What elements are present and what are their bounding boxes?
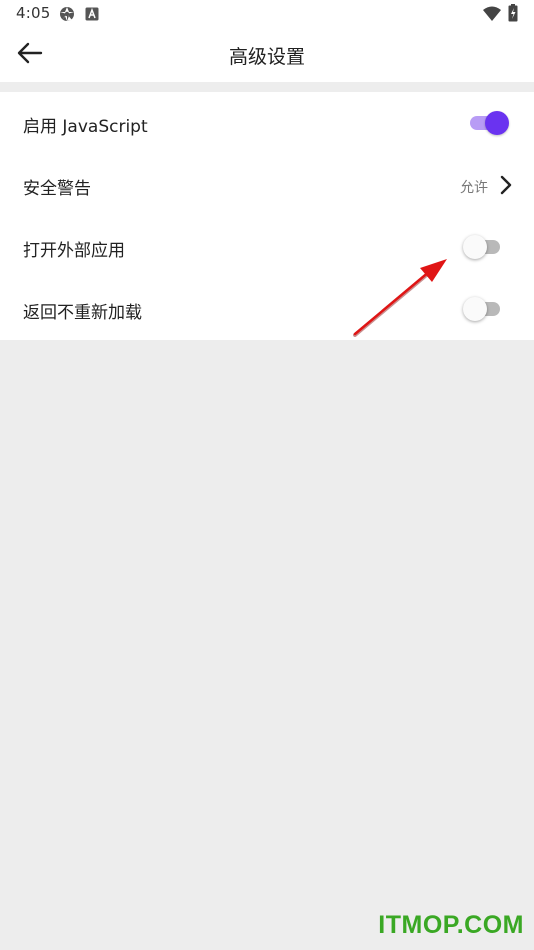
no-reload-on-back-toggle[interactable]: [463, 297, 500, 321]
toggle-knob: [463, 235, 487, 259]
a-box-icon: [85, 6, 99, 25]
app-bar: 高级设置: [0, 28, 534, 82]
settings-gear-icon: [58, 5, 76, 27]
enable-javascript-toggle[interactable]: [470, 111, 509, 135]
setting-value: 允许: [460, 180, 488, 196]
page-title: 高级设置: [228, 46, 305, 68]
settings-list: 启用 JavaScript 安全警告 允许 打开外部应用 返回不重新加载: [0, 92, 534, 340]
watermark: ITMOP.COM: [378, 911, 524, 939]
setting-security-warning[interactable]: 安全警告 允许: [0, 154, 534, 216]
setting-label: 启用 JavaScript: [23, 117, 148, 137]
setting-label: 返回不重新加载: [23, 303, 142, 323]
setting-enable-javascript[interactable]: 启用 JavaScript: [0, 92, 534, 154]
wifi-icon: [483, 6, 501, 25]
setting-label: 打开外部应用: [23, 241, 125, 261]
setting-open-external-apps[interactable]: 打开外部应用: [0, 216, 534, 278]
annotation-arrow-icon: [353, 259, 447, 337]
setting-no-reload-on-back[interactable]: 返回不重新加载: [0, 278, 534, 340]
toggle-knob: [485, 111, 509, 135]
battery-charging-icon: [508, 4, 518, 26]
chevron-right-icon: [500, 175, 512, 199]
status-bar: 4:05: [0, 0, 534, 28]
toggle-knob: [463, 297, 487, 321]
section-divider: [0, 82, 534, 92]
status-time: 4:05: [16, 4, 51, 22]
open-external-apps-toggle[interactable]: [463, 235, 500, 259]
setting-label: 安全警告: [23, 179, 91, 199]
